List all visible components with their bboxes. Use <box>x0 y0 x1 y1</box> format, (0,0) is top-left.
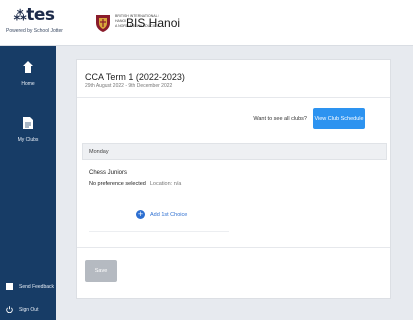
sidebar: Home My Clubs Send Feedback Sign Out <box>0 46 56 320</box>
power-icon <box>6 306 13 313</box>
day-label: Monday <box>89 149 109 155</box>
home-icon <box>23 61 33 73</box>
view-club-schedule-button[interactable]: View Club Schedule <box>313 108 365 129</box>
save-button[interactable]: Save <box>85 260 117 282</box>
add-choice-area: + Add 1st Choice <box>89 202 229 232</box>
brand-tagline: Powered by School Jotter <box>6 28 63 34</box>
plus-icon: + <box>136 210 145 219</box>
term-title: CCA Term 1 (2022-2023) <box>85 72 185 82</box>
term-card: CCA Term 1 (2022-2023) 29th August 2022 … <box>76 59 391 299</box>
add-first-choice-label: Add 1st Choice <box>150 211 188 218</box>
feedback-icon <box>6 283 13 290</box>
top-header: ⁂tes Powered by School Jotter BRITISH IN… <box>0 0 413 46</box>
term-dates: 29th August 2022 - 9th December 2022 <box>85 83 173 89</box>
day-header: Monday <box>82 143 387 160</box>
club-name: Chess Juniors <box>89 170 128 176</box>
divider <box>77 247 390 248</box>
sidebar-item-label: Home <box>21 81 35 87</box>
document-icon <box>23 117 33 129</box>
divider <box>77 97 390 98</box>
school-crest-icon <box>96 15 110 32</box>
club-location: Location: n/a <box>149 181 182 187</box>
sidebar-item-my-clubs[interactable]: My Clubs <box>0 116 56 143</box>
sidebar-item-feedback[interactable]: Send Feedback <box>6 283 54 290</box>
tes-logo: ⁂tes <box>13 5 55 25</box>
add-first-choice-link[interactable]: + Add 1st Choice <box>136 210 187 219</box>
school-name: BIS Hanoi <box>126 16 181 30</box>
tes-logo-mark-icon: ⁂ <box>13 9 27 24</box>
club-status: No preference selected Location: n/a <box>89 181 181 187</box>
sidebar-item-label: My Clubs <box>17 137 39 143</box>
preference-status: No preference selected <box>89 181 146 187</box>
sidebar-item-sign-out[interactable]: Sign Out <box>6 306 38 313</box>
see-all-clubs-text: Want to see all clubs? <box>253 116 307 122</box>
tes-brand[interactable]: ⁂tes Powered by School Jotter <box>6 5 63 40</box>
sidebar-item-label: Sign Out <box>19 306 39 313</box>
sidebar-item-label: Send Feedback <box>19 283 55 290</box>
sidebar-item-home[interactable]: Home <box>0 60 56 87</box>
